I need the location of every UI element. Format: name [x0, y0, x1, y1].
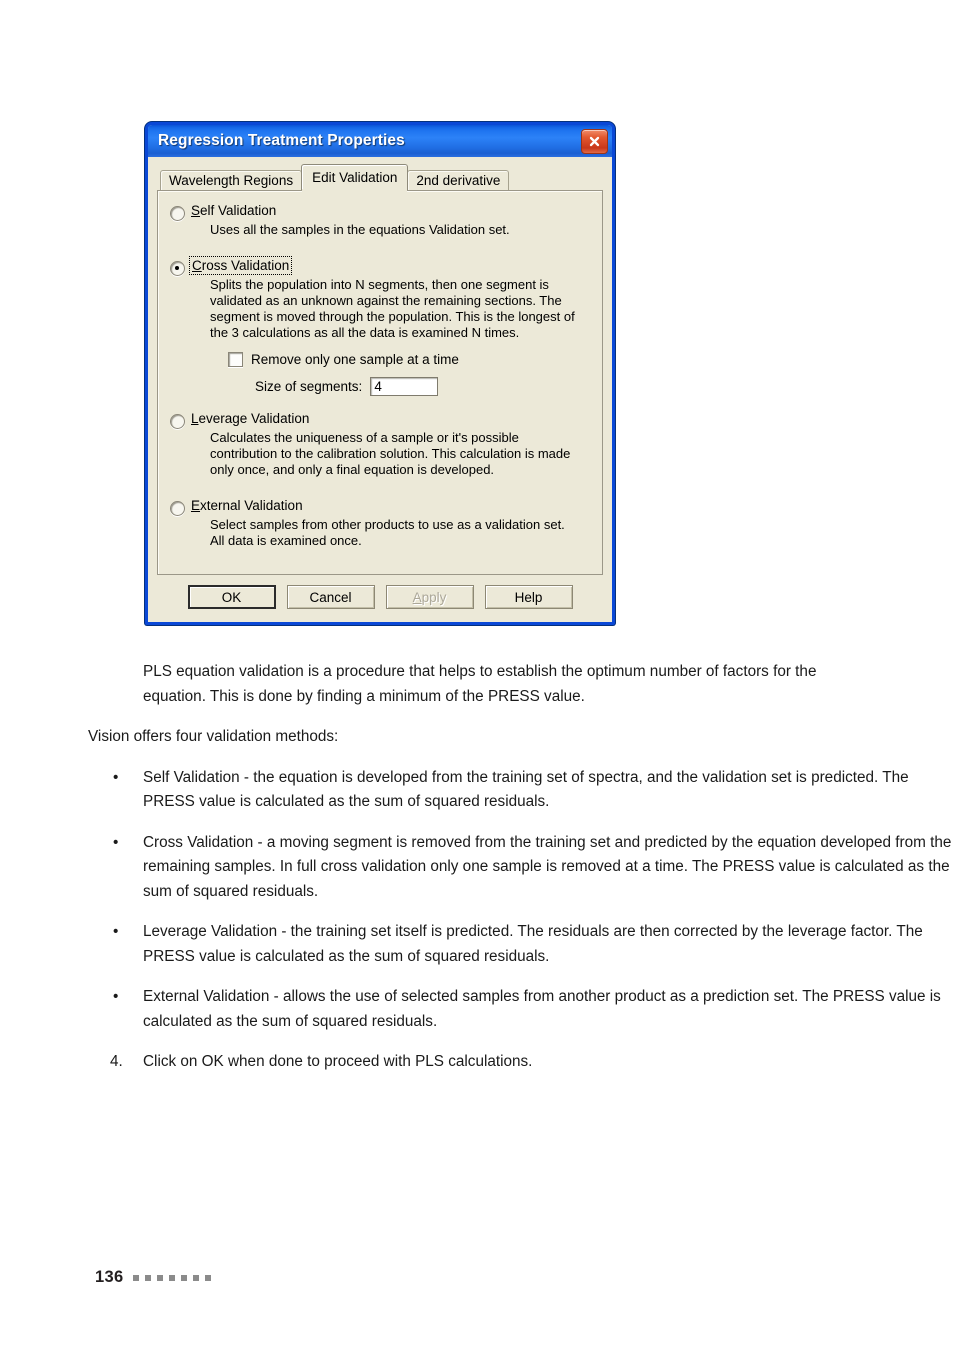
accel-char: C — [192, 258, 202, 273]
list-item: • Leverage Validation - the training set… — [0, 920, 954, 969]
page-number: 136 — [95, 1268, 124, 1286]
apply-button[interactable]: Apply — [385, 585, 474, 609]
bullet-marker: • — [113, 988, 119, 1005]
checkbox-label-remove-one-sample[interactable]: Remove only one sample at a time — [251, 352, 459, 367]
desc-line: segment is moved through the population.… — [210, 309, 575, 324]
list-item: • External Validation - allows the use o… — [0, 985, 954, 1034]
accel-char: L — [191, 411, 199, 426]
document-body: PLS equation validation is a procedure t… — [0, 660, 954, 1075]
tab-label: Edit Validation — [312, 169, 398, 185]
option-leverage-validation: Leverage Validation Calculates the uniqu… — [170, 411, 592, 478]
tab-label: 2nd derivative — [416, 172, 501, 188]
description-self-validation: Uses all the samples in the equations Va… — [210, 222, 592, 238]
label-rest: elf Validation — [200, 203, 277, 218]
desc-line: the 3 calculations as all the data is ex… — [210, 325, 520, 340]
tab-2nd-derivative[interactable]: 2nd derivative — [407, 169, 510, 190]
footer-dot — [157, 1274, 164, 1281]
desc-line: validated as an unknown against the rema… — [210, 293, 562, 308]
radio-leverage-validation[interactable] — [170, 414, 185, 429]
close-icon[interactable] — [581, 128, 608, 154]
numbered-step: 4. Click on OK when done to proceed with… — [0, 1050, 943, 1075]
button-label: Cancel — [309, 589, 352, 605]
footer-dot — [193, 1274, 200, 1281]
bullet-marker: • — [113, 833, 119, 851]
step-number: 4. — [110, 1053, 123, 1070]
regression-treatment-properties-dialog: Regression Treatment Properties Waveleng… — [145, 122, 615, 625]
cancel-button[interactable]: Cancel — [286, 585, 375, 609]
footer-dot — [205, 1274, 212, 1281]
button-label-rest: pply — [421, 589, 447, 605]
footer-dot — [169, 1274, 176, 1281]
list-item-text: Leverage Validation - the training set i… — [143, 923, 923, 965]
label-rest: everage Validation — [198, 411, 310, 426]
radio-self-validation[interactable] — [170, 206, 185, 221]
lead-in-paragraph: Vision offers four validation methods: — [88, 728, 339, 745]
desc-line: contribution to the calibration solution… — [210, 446, 571, 461]
dialog-titlebar[interactable]: Regression Treatment Properties — [148, 125, 612, 157]
size-of-segments-row: Size of segments: — [255, 377, 592, 396]
page-footer: 136 — [95, 1268, 212, 1287]
radio-label-external-validation[interactable]: External Validation — [191, 498, 303, 513]
intro-paragraph: PLS equation validation is a procedure t… — [143, 663, 817, 705]
tab-wavelength-regions[interactable]: Wavelength Regions — [160, 169, 303, 190]
ok-button[interactable]: OK — [187, 585, 276, 609]
list-item-text: Cross Validation - a moving segment is r… — [143, 833, 952, 900]
desc-line: Calculates the uniqueness of a sample or… — [210, 430, 519, 445]
radio-external-validation[interactable] — [170, 501, 185, 516]
list-item-text: Self Validation - the equation is develo… — [143, 768, 909, 811]
tab-strip: Wavelength Regions Edit Validation 2nd d… — [157, 163, 603, 192]
list-item-text: External Validation - allows the use of … — [143, 988, 941, 1030]
radio-label-cross-validation[interactable]: Cross Validation — [188, 256, 293, 275]
tab-label: Wavelength Regions — [169, 172, 294, 188]
button-label: Help — [514, 589, 543, 605]
checkbox-remove-one-sample[interactable] — [228, 352, 243, 367]
footer-dot — [181, 1274, 188, 1281]
footer-dot — [145, 1274, 152, 1281]
desc-line: Splits the population into N segments, t… — [210, 277, 549, 292]
dialog-body: Wavelength Regions Edit Validation 2nd d… — [148, 157, 612, 622]
dialog-title: Regression Treatment Properties — [158, 132, 405, 149]
bullet-marker: • — [113, 768, 119, 786]
edit-validation-panel: Self Validation Uses all the samples in … — [157, 190, 603, 575]
list-item: • Self Validation - the equation is deve… — [0, 766, 954, 815]
step-text: Click on OK when done to proceed with PL… — [143, 1053, 533, 1070]
label-rest: xternal Validation — [200, 498, 303, 513]
radio-label-self-validation[interactable]: Self Validation — [191, 203, 276, 218]
accel-char: A — [412, 589, 422, 605]
accel-char: E — [191, 498, 201, 513]
description-external-validation: Select samples from other products to us… — [210, 517, 592, 549]
bullet-marker: • — [113, 923, 119, 940]
size-of-segments-input[interactable] — [370, 377, 439, 396]
footer-dot-decoration — [133, 1274, 212, 1281]
option-self-validation: Self Validation Uses all the samples in … — [170, 203, 592, 238]
label-rest: ross Validation — [201, 258, 290, 273]
tab-edit-validation[interactable]: Edit Validation — [301, 163, 409, 192]
option-external-validation: External Validation Select samples from … — [170, 498, 592, 549]
accel-char: S — [191, 203, 201, 218]
footer-dot — [133, 1274, 140, 1281]
description-leverage-validation: Calculates the uniqueness of a sample or… — [210, 430, 592, 478]
desc-line: only once, and only a final equation is … — [210, 462, 495, 477]
option-cross-validation: Cross Validation Splits the population i… — [170, 256, 592, 396]
help-button[interactable]: Help — [484, 585, 573, 609]
list-item: • Cross Validation - a moving segment is… — [0, 831, 954, 905]
radio-label-leverage-validation[interactable]: Leverage Validation — [191, 411, 309, 426]
size-of-segments-label: Size of segments: — [255, 379, 363, 394]
description-cross-validation: Splits the population into N segments, t… — [210, 277, 592, 341]
radio-cross-validation[interactable] — [170, 261, 185, 276]
remove-one-sample-row: Remove only one sample at a time — [228, 352, 592, 367]
dialog-button-bar: OK Cancel Apply Help — [157, 575, 603, 613]
desc-line: All data is examined once. — [210, 533, 362, 548]
validation-methods-list: • Self Validation - the equation is deve… — [0, 766, 954, 1035]
button-label: OK — [221, 589, 242, 605]
desc-line: Select samples from other products to us… — [210, 517, 565, 532]
desc-line: Uses all the samples in the equations Va… — [210, 222, 510, 237]
